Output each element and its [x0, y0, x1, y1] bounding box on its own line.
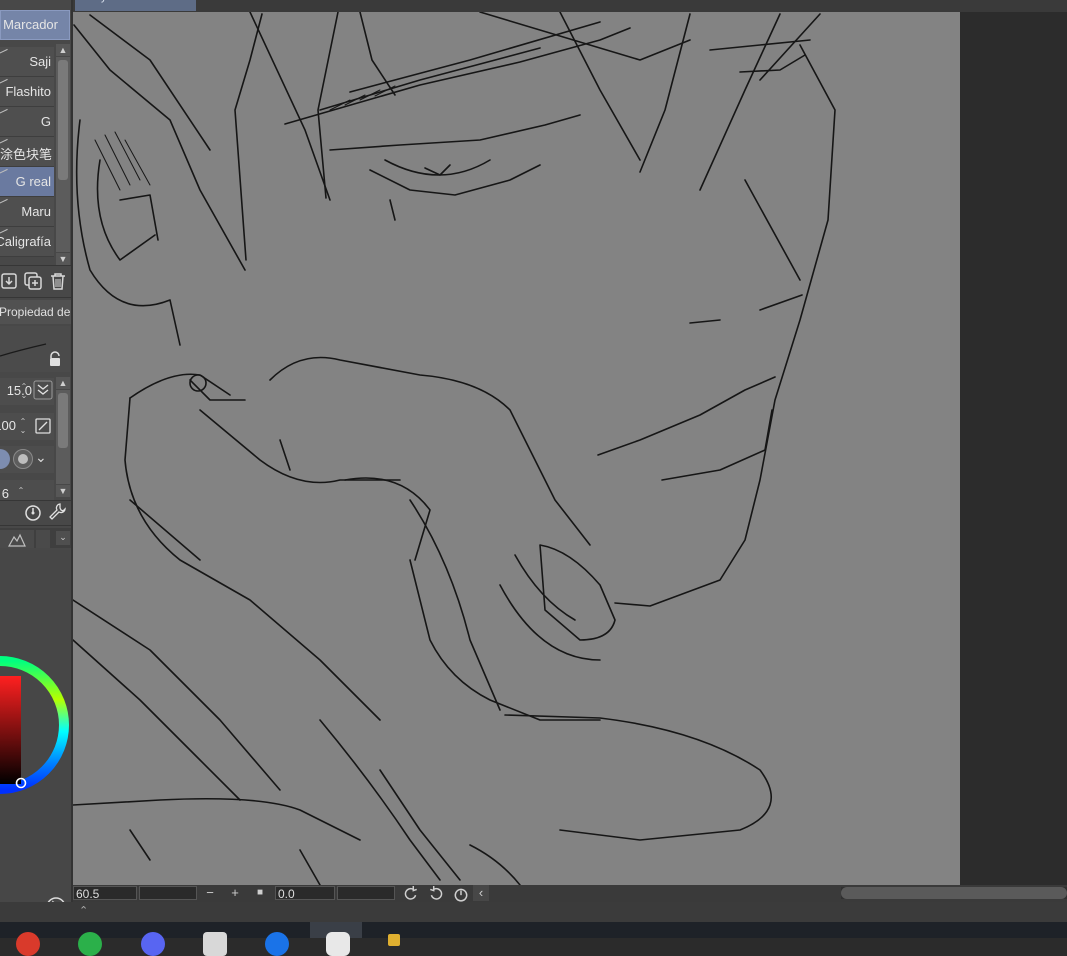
rotation-field[interactable]: 0.0: [275, 886, 335, 901]
brush-stroke-icon: [0, 48, 8, 55]
rotation-slider[interactable]: [337, 886, 395, 900]
brush-item-caligrafia[interactable]: Caligrafía: [0, 227, 54, 257]
fit-view-button[interactable]: ■: [252, 885, 268, 901]
rotation-reset-icon[interactable]: [453, 886, 469, 902]
divider: [0, 265, 72, 266]
brush-item-label: G real: [15, 174, 51, 189]
scroll-down-icon[interactable]: ▼: [56, 485, 70, 497]
stabilization-row[interactable]: 6 ⌃: [0, 480, 54, 501]
brush-item-label: Flashito: [5, 84, 51, 99]
brush-group-marcador[interactable]: Marcador: [0, 10, 70, 40]
zoom-out-button[interactable]: −: [202, 885, 218, 901]
color-wheel[interactable]: [0, 630, 70, 830]
zoom-value[interactable]: 60.5: [76, 887, 99, 901]
scroll-down-icon[interactable]: ▼: [56, 253, 70, 265]
brush-item-label: Maru: [21, 204, 51, 219]
stabilization-value[interactable]: 6: [2, 486, 9, 501]
brush-item-label: Saji: [29, 54, 51, 69]
brush-item-label: Caligrafía: [0, 234, 51, 249]
scroll-up-icon[interactable]: ▲: [56, 44, 70, 56]
opacity-spinner[interactable]: ⌃ ⌄: [17, 417, 29, 437]
brush-list-scroll-thumb[interactable]: [58, 60, 68, 180]
divider: [0, 297, 72, 298]
add-brush-icon[interactable]: [0, 271, 20, 291]
chevron-left-icon[interactable]: ‹: [473, 885, 489, 901]
divider: [0, 525, 72, 526]
left-panel: Marcador Saji Flashito G 厚涂色块笔 G real Ma…: [0, 0, 72, 905]
status-bar: 60.5 − + ■ 0.0 ‹: [73, 885, 1067, 902]
brush-item-label: 厚涂色块笔: [0, 147, 52, 162]
antialias-option[interactable]: [13, 449, 33, 469]
size-pressure-icon[interactable]: [33, 380, 53, 400]
brush-stroke-icon: [0, 198, 8, 205]
antialias-option-selected[interactable]: [0, 449, 10, 469]
brush-size-spinner[interactable]: ⌃ ⌄: [18, 382, 30, 402]
brush-item-g[interactable]: G: [0, 107, 54, 137]
color-tab-strip: ⌄: [0, 528, 72, 548]
brush-item-g-real[interactable]: G real: [0, 167, 54, 197]
rotation-value[interactable]: 0.0: [278, 887, 295, 901]
color-panel: 0: [0, 550, 72, 905]
antialias-row[interactable]: ⌄: [0, 446, 54, 473]
brush-stroke-icon: [0, 168, 8, 175]
zoom-field[interactable]: 60.5: [73, 886, 137, 901]
expand-up-icon[interactable]: ⌃: [79, 904, 88, 917]
chat-app-icon[interactable]: [78, 932, 102, 956]
zoom-slider[interactable]: [139, 886, 197, 900]
rotate-left-icon[interactable]: [403, 886, 419, 902]
horizontal-scroll-thumb[interactable]: [841, 887, 1067, 899]
app-icon[interactable]: [265, 932, 289, 956]
zoom-in-button[interactable]: +: [227, 885, 243, 901]
browser-icon[interactable]: [16, 932, 40, 956]
app-icon[interactable]: [203, 932, 227, 956]
trash-icon[interactable]: [48, 271, 68, 291]
tool-property-header: Propiedad de herramienta: [0, 300, 72, 324]
wrench-icon[interactable]: [47, 502, 67, 522]
opacity-toggle-icon[interactable]: [33, 416, 53, 436]
brush-item-maru[interactable]: Maru: [0, 197, 54, 227]
sketch-artwork: [73, 12, 836, 885]
chevron-down-icon[interactable]: ⌄: [35, 449, 47, 466]
active-app-highlight[interactable]: [310, 922, 362, 956]
rotate-right-icon[interactable]: [428, 886, 444, 902]
os-taskbar: [0, 922, 1067, 956]
scroll-up-icon[interactable]: ▲: [56, 377, 70, 389]
color-set-tab[interactable]: [36, 530, 50, 548]
mountain-icon: [8, 533, 26, 547]
bottom-dock: ⌃: [0, 902, 1067, 922]
brush-item-saji[interactable]: Saji: [0, 47, 54, 77]
canvas-margin: [960, 12, 1067, 885]
drawing-canvas[interactable]: [73, 12, 960, 885]
opacity-value[interactable]: 100: [0, 418, 16, 433]
brush-item-label: G: [40, 114, 51, 129]
chevron-down-icon[interactable]: ⌄: [56, 531, 70, 545]
discord-icon[interactable]: [141, 932, 165, 956]
brush-stroke-icon: [0, 108, 8, 115]
folder-icon[interactable]: [388, 934, 400, 946]
duplicate-icon[interactable]: [23, 271, 43, 291]
brush-preview: [0, 326, 70, 372]
tool-property-title: Propiedad de herramienta: [0, 305, 72, 319]
property-scroll-thumb[interactable]: [58, 393, 68, 448]
lock-icon[interactable]: [47, 351, 63, 367]
color-wheel-tab[interactable]: [0, 530, 34, 548]
document-tab[interactable]: blurry ×: [75, 0, 196, 11]
brush-item-flashito[interactable]: Flashito: [0, 77, 54, 107]
dial-icon[interactable]: [23, 502, 43, 522]
brush-item-thick-paint[interactable]: 厚涂色块笔: [0, 137, 54, 167]
divider: [0, 500, 72, 501]
brush-group-label: Marcador: [3, 17, 58, 32]
clip-studio-icon[interactable]: [326, 932, 350, 956]
